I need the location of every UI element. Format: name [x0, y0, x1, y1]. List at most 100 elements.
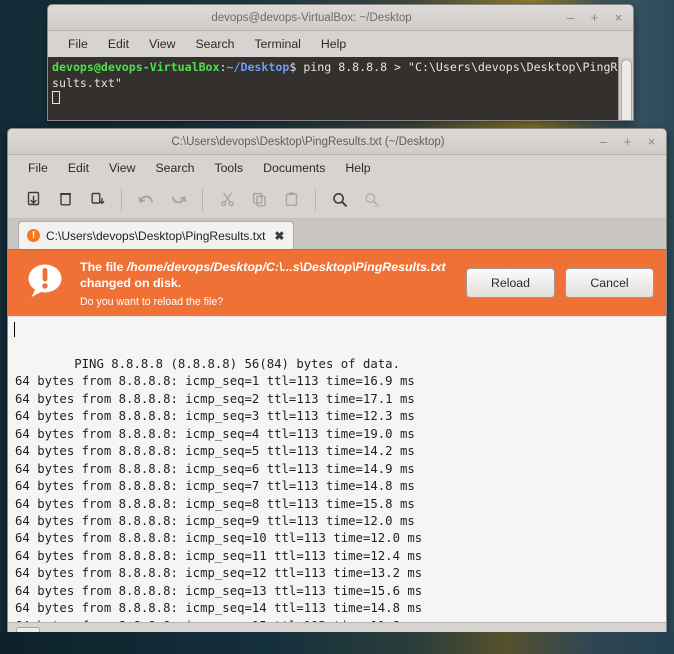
- infobar-prefix: The file: [80, 260, 127, 274]
- text-caret: [14, 322, 15, 337]
- editor-line: 64 bytes from 8.8.8.8: icmp_seq=7 ttl=11…: [15, 479, 415, 494]
- find-icon[interactable]: [325, 186, 355, 214]
- tab-close-icon[interactable]: ✖: [274, 229, 284, 243]
- gedit-menu-documents[interactable]: Documents: [253, 158, 335, 178]
- open-document-icon[interactable]: [18, 186, 48, 214]
- desktop-background: devops@devops-VirtualBox: ~/Desktop – + …: [0, 0, 674, 654]
- gedit-titlebar[interactable]: C:\Users\devops\Desktop\PingResults.txt …: [8, 129, 666, 155]
- gedit-tabbar: ! C:\Users\devops\Desktop\PingResults.tx…: [8, 219, 666, 249]
- editor-line: 64 bytes from 8.8.8.8: icmp_seq=12 ttl=1…: [15, 566, 423, 581]
- terminal-menu-terminal[interactable]: Terminal: [244, 34, 310, 54]
- save-document-icon[interactable]: [50, 186, 80, 214]
- language-selector[interactable]: Plain Text: [210, 631, 274, 645]
- terminal-titlebar[interactable]: devops@devops-VirtualBox: ~/Desktop – + …: [48, 5, 633, 31]
- infobar-message: The file /home/devops/Desktop/C:\...s\De…: [80, 258, 454, 308]
- indent-selector[interactable]: Spaces: 4: [292, 632, 357, 645]
- terminal-window-controls: – + ×: [564, 5, 625, 30]
- editor-line: 64 bytes from 8.8.8.8: icmp_seq=9 ttl=11…: [15, 513, 415, 528]
- toolbar-separator: [202, 188, 203, 211]
- editor-line: 64 bytes from 8.8.8.8: icmp_seq=6 ttl=11…: [15, 461, 415, 476]
- gedit-menu-search[interactable]: Search: [145, 158, 204, 178]
- indent-label: Spaces: 4: [291, 631, 344, 645]
- tab-warning-icon: !: [27, 229, 40, 242]
- save-as-document-icon[interactable]: [82, 186, 112, 214]
- gedit-menu-edit[interactable]: Edit: [58, 158, 99, 178]
- terminal-command-wrap: sults.txt": [52, 75, 122, 90]
- gedit-maximize-button[interactable]: +: [621, 135, 634, 148]
- terminal-prompt-user: devops@devops-VirtualBox: [52, 60, 220, 74]
- terminal-menu-help[interactable]: Help: [311, 34, 356, 54]
- infobar-buttons: Reload Cancel: [466, 268, 654, 298]
- gedit-menubar: File Edit View Search Tools Documents He…: [8, 155, 666, 181]
- editor-content[interactable]: PING 8.8.8.8 (8.8.8.8) 56(84) bytes of d…: [8, 317, 666, 622]
- paste-icon[interactable]: [276, 186, 306, 214]
- editor-line: 64 bytes from 8.8.8.8: icmp_seq=11 ttl=1…: [15, 548, 423, 563]
- gedit-menu-help[interactable]: Help: [335, 158, 380, 178]
- tab-label: C:\Users\devops\Desktop\PingResults.txt: [46, 228, 266, 243]
- editor-line: 64 bytes from 8.8.8.8: icmp_seq=3 ttl=11…: [15, 409, 415, 424]
- cursor-position: Ln 1, Col 1: [526, 631, 583, 645]
- terminal-cursor: [52, 91, 60, 105]
- terminal-menu-file[interactable]: File: [58, 34, 98, 54]
- editor-line: 64 bytes from 8.8.8.8: icmp_seq=4 ttl=11…: [15, 426, 415, 441]
- toolbar-separator: [121, 188, 122, 211]
- terminal-minimize-button[interactable]: –: [564, 11, 577, 24]
- terminal-prompt-dollar: $: [289, 60, 304, 74]
- terminal-output[interactable]: devops@devops-VirtualBox:~/Desktop$ ping…: [48, 57, 618, 120]
- copy-icon[interactable]: [244, 186, 274, 214]
- terminal-maximize-button[interactable]: +: [588, 11, 601, 24]
- editor-line: 64 bytes from 8.8.8.8: icmp_seq=13 ttl=1…: [15, 583, 423, 598]
- editor-line: 64 bytes from 8.8.8.8: icmp_seq=14 ttl=1…: [15, 601, 423, 616]
- gedit-window-controls: – + ×: [597, 129, 658, 154]
- editor-line: 64 bytes from 8.8.8.8: icmp_seq=5 ttl=11…: [15, 444, 415, 459]
- gedit-statusbar: Plain Text Spaces: 4 Ln 1, Col 1 INS: [8, 622, 666, 653]
- cut-icon[interactable]: [212, 186, 242, 214]
- terminal-body[interactable]: devops@devops-VirtualBox:~/Desktop$ ping…: [48, 57, 633, 120]
- terminal-menu-view[interactable]: View: [139, 34, 185, 54]
- gedit-menu-view[interactable]: View: [99, 158, 145, 178]
- chevron-down-icon: [348, 635, 357, 641]
- gedit-close-button[interactable]: ×: [645, 135, 658, 148]
- terminal-title: devops@devops-VirtualBox: ~/Desktop: [211, 11, 412, 24]
- side-panel-toggle-icon[interactable]: [16, 627, 40, 649]
- editor-line: 64 bytes from 8.8.8.8: icmp_seq=15 ttl=1…: [15, 619, 422, 622]
- find-replace-icon[interactable]: [357, 186, 387, 214]
- document-tab[interactable]: ! C:\Users\devops\Desktop\PingResults.tx…: [18, 221, 295, 249]
- undo-icon[interactable]: [131, 186, 161, 214]
- terminal-prompt-separator: :: [219, 60, 227, 74]
- gedit-menu-tools[interactable]: Tools: [204, 158, 253, 178]
- text-editor-area[interactable]: PING 8.8.8.8 (8.8.8.8) 56(84) bytes of d…: [8, 316, 666, 622]
- reload-button[interactable]: Reload: [466, 268, 555, 298]
- terminal-command: ping 8.8.8.8 > "C:\Users\devops\Desktop\…: [303, 60, 618, 74]
- gedit-menu-file[interactable]: File: [18, 158, 58, 178]
- terminal-scrollbar-thumb[interactable]: [621, 59, 632, 120]
- infobar-suffix: changed on disk.: [80, 276, 182, 290]
- editor-line: 64 bytes from 8.8.8.8: icmp_seq=8 ttl=11…: [15, 496, 415, 511]
- gedit-toolbar: [8, 181, 666, 219]
- terminal-window[interactable]: devops@devops-VirtualBox: ~/Desktop – + …: [47, 4, 634, 121]
- terminal-close-button[interactable]: ×: [612, 11, 625, 24]
- toolbar-separator: [315, 188, 316, 211]
- infobar-primary-text: The file /home/devops/Desktop/C:\...s\De…: [80, 259, 454, 291]
- insert-mode-indicator: INS: [634, 631, 654, 645]
- redo-icon[interactable]: [163, 186, 193, 214]
- language-label: Plain Text: [210, 631, 261, 645]
- gedit-title: C:\Users\devops\Desktop\PingResults.txt …: [171, 135, 445, 148]
- editor-line: 64 bytes from 8.8.8.8: icmp_seq=10 ttl=1…: [15, 531, 423, 546]
- terminal-menu-search[interactable]: Search: [185, 34, 244, 54]
- gedit-window[interactable]: C:\Users\devops\Desktop\PingResults.txt …: [7, 128, 667, 654]
- terminal-menu-edit[interactable]: Edit: [98, 34, 139, 54]
- gedit-minimize-button[interactable]: –: [597, 135, 610, 148]
- terminal-scrollbar[interactable]: [618, 57, 633, 120]
- terminal-menubar: File Edit View Search Terminal Help: [48, 31, 633, 57]
- infobar-secondary-text: Do you want to reload the file?: [80, 296, 224, 308]
- editor-line: 64 bytes from 8.8.8.8: icmp_seq=2 ttl=11…: [15, 391, 415, 406]
- file-changed-infobar: The file /home/devops/Desktop/C:\...s\De…: [8, 249, 666, 316]
- cancel-button[interactable]: Cancel: [565, 268, 654, 298]
- editor-line: PING 8.8.8.8 (8.8.8.8) 56(84) bytes of d…: [74, 356, 400, 371]
- chevron-down-icon: [265, 635, 274, 641]
- editor-line: 64 bytes from 8.8.8.8: icmp_seq=1 ttl=11…: [15, 374, 415, 389]
- warning-speech-bubble-icon: [22, 258, 68, 309]
- terminal-prompt-path: ~/Desktop: [226, 60, 290, 74]
- infobar-file-path: /home/devops/Desktop/C:\...s\Desktop\Pin…: [126, 260, 446, 274]
